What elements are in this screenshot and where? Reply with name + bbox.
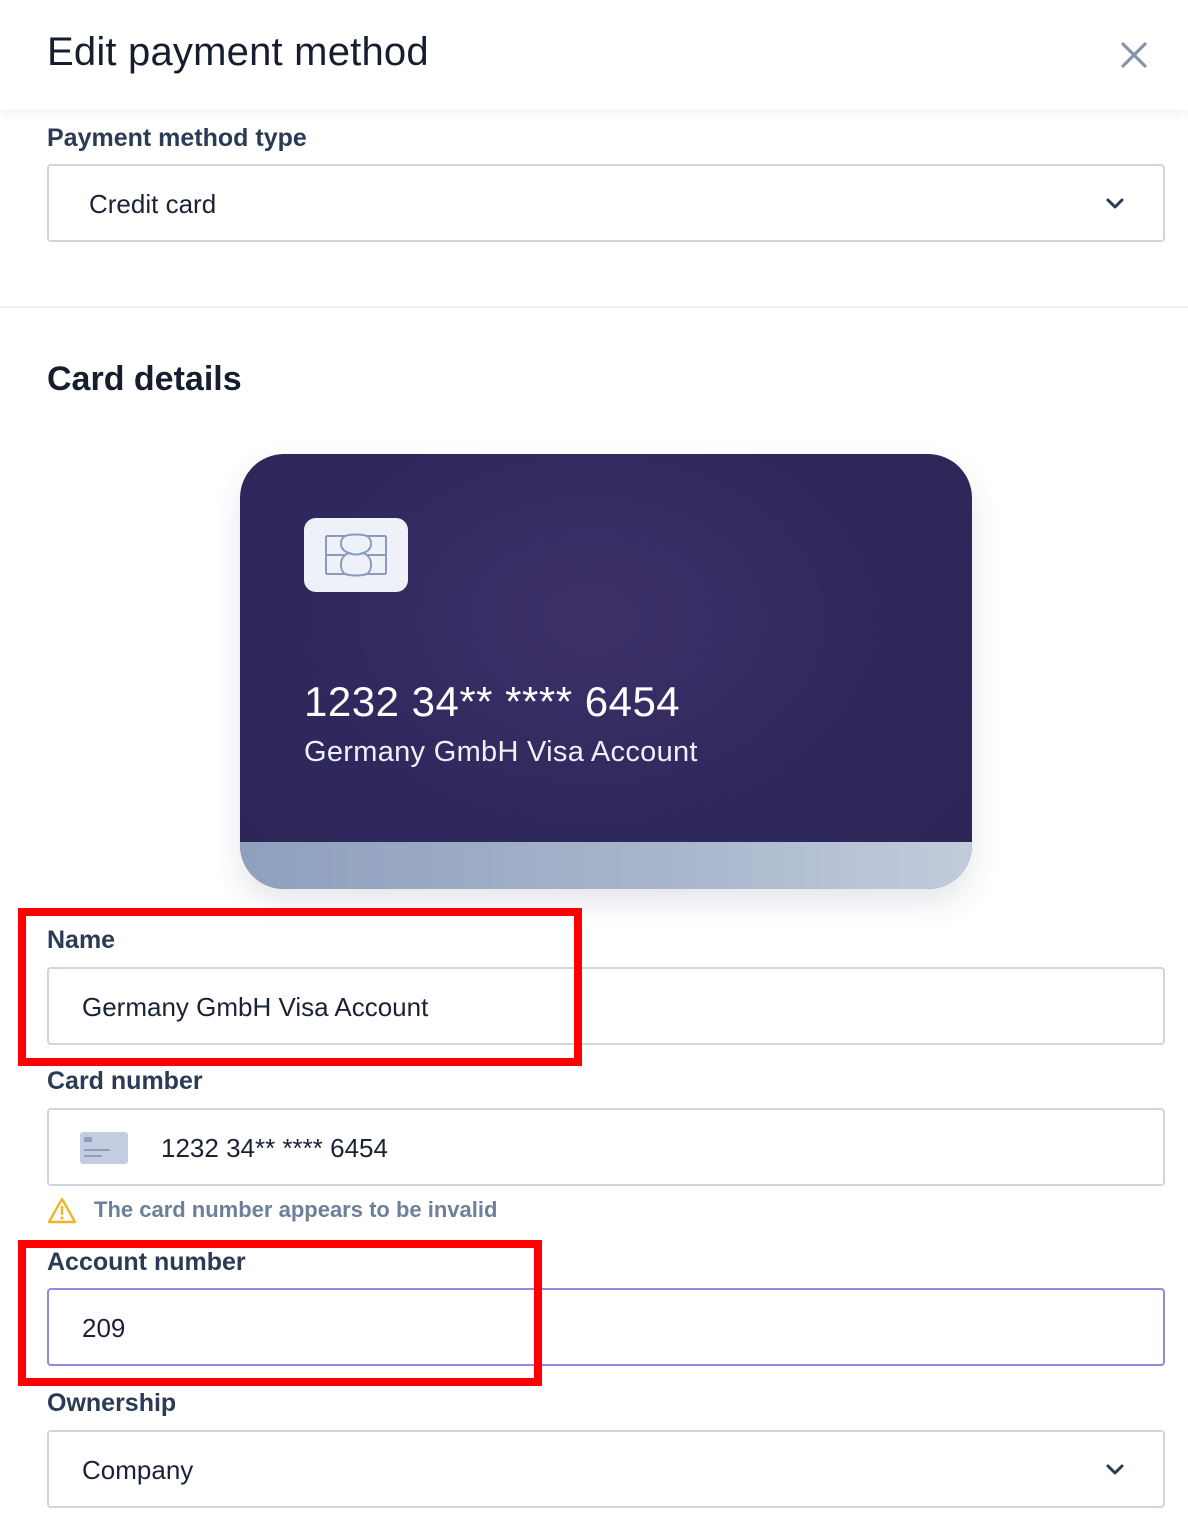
name-input-value: Germany GmbH Visa Account — [82, 992, 429, 1022]
credit-card-icon — [80, 1132, 128, 1164]
payment-method-type-value: Credit card — [89, 189, 217, 219]
account-number-label: Account number — [47, 1248, 246, 1276]
name-input[interactable]: Germany GmbH Visa Account — [47, 967, 1165, 1045]
card-number-value: 1232 34** **** 6454 — [161, 1133, 388, 1163]
dialog-header: Edit payment method — [0, 0, 1188, 110]
card-chip-icon — [304, 518, 408, 592]
section-divider — [0, 306, 1188, 308]
account-number-input[interactable]: 209 — [47, 1288, 1165, 1366]
card-number-warning-text: The card number appears to be invalid — [94, 1197, 498, 1222]
card-preview-number: 1232 34** **** 6454 — [304, 678, 681, 725]
chevron-down-icon — [1106, 198, 1124, 209]
ownership-value: Company — [82, 1455, 194, 1485]
close-button[interactable] — [1114, 35, 1154, 75]
card-preview: 1232 34** **** 6454 Germany GmbH Visa Ac… — [240, 454, 972, 889]
chevron-down-icon — [1106, 1464, 1124, 1475]
ownership-label: Ownership — [47, 1389, 177, 1417]
chip-graphic — [325, 533, 387, 577]
card-number-label: Card number — [47, 1067, 203, 1095]
edit-payment-method-dialog: Edit payment method Payment method type … — [0, 0, 1188, 1520]
payment-method-type-select[interactable]: Credit card — [47, 164, 1165, 242]
dialog-title: Edit payment method — [47, 30, 429, 74]
name-label: Name — [47, 926, 116, 954]
account-number-value: 209 — [82, 1313, 126, 1343]
card-preview-band — [240, 842, 972, 889]
warning-icon — [47, 1197, 77, 1224]
close-icon — [1121, 42, 1147, 68]
payment-method-type-label: Payment method type — [47, 124, 307, 152]
card-number-input[interactable]: 1232 34** **** 6454 — [47, 1108, 1165, 1186]
ownership-select[interactable]: Company — [47, 1430, 1165, 1508]
card-details-title: Card details — [47, 360, 242, 398]
card-preview-holder: Germany GmbH Visa Account — [304, 736, 698, 768]
